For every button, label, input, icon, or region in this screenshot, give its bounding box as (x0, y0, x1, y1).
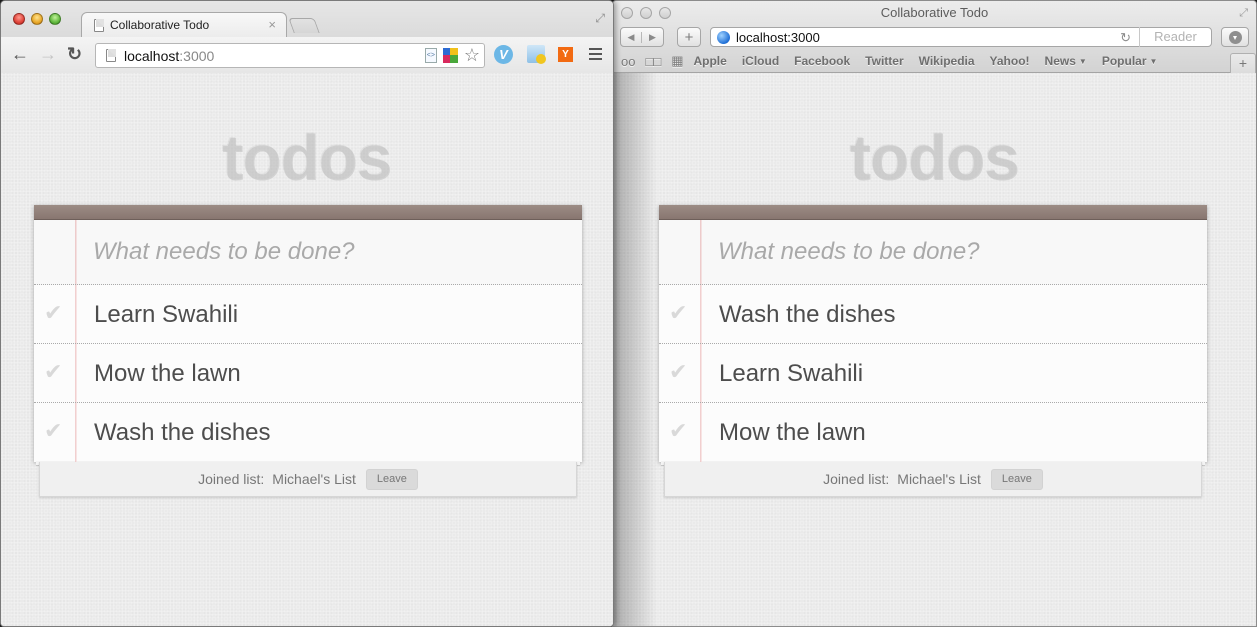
chrome-tabstrip: Collaborative Todo × ⤢ ← → ↻ localhost:3… (1, 1, 613, 73)
extension-hacker-news-icon[interactable]: Y (558, 47, 573, 62)
todo-label[interactable]: Learn Swahili (719, 360, 863, 388)
todo-item: ✔ Mow the lawn (659, 403, 1207, 462)
address-url[interactable]: localhost:3000 (124, 48, 214, 64)
bookmark-folder-popular[interactable]: Popular ▼ (1102, 54, 1158, 68)
globe-icon (717, 30, 730, 44)
check-icon[interactable]: ✔ (669, 359, 687, 385)
bookmark-facebook[interactable]: Facebook (794, 54, 850, 68)
bookmarks-icon[interactable]: □□ (645, 54, 661, 69)
todo-label[interactable]: Mow the lawn (719, 419, 866, 447)
chrome-toolbar: ← → ↻ localhost:3000 <> ☆ V Y (1, 37, 613, 73)
back-button[interactable]: ◀ (621, 31, 642, 43)
fullscreen-icon[interactable]: ⤢ (1239, 7, 1248, 20)
bookmark-yahoo[interactable]: Yahoo! (990, 54, 1030, 68)
zoom-window-button[interactable] (49, 13, 61, 25)
chrome-page-content: todos ✔ Learn Swahili ✔ Mow the lawn ✔ W… (1, 73, 613, 626)
chrome-window-controls (13, 13, 61, 25)
url-host: localhost (124, 47, 180, 64)
leave-button[interactable]: Leave (365, 468, 418, 490)
bookmark-folder-news[interactable]: News ▼ (1045, 54, 1087, 68)
color-picker-icon[interactable] (442, 47, 458, 63)
todo-item: ✔ Learn Swahili (34, 285, 582, 344)
page-source-icon[interactable]: <> (424, 47, 437, 63)
tab-collaborative-todo[interactable]: Collaborative Todo × (81, 12, 287, 37)
check-icon[interactable]: ✔ (44, 300, 62, 326)
url-port: :3000 (179, 47, 215, 64)
todo-card: ✔ Learn Swahili ✔ Mow the lawn ✔ Wash th… (34, 205, 582, 466)
forward-button[interactable]: ▶ (642, 32, 663, 43)
check-icon[interactable]: ✔ (669, 418, 687, 444)
bookmark-news-label: News (1044, 54, 1076, 68)
leave-button[interactable]: Leave (990, 468, 1043, 490)
omnibox[interactable]: localhost:3000 <> ☆ (95, 43, 485, 68)
add-bookmark-button[interactable]: + (677, 27, 701, 47)
bookmark-apple[interactable]: Apple (693, 54, 726, 68)
bookmark-twitter[interactable]: Twitter (865, 54, 903, 68)
back-forward-buttons: ◀ ▶ (620, 27, 664, 47)
reload-button[interactable]: ↻ (67, 44, 82, 64)
check-icon[interactable]: ✔ (44, 359, 62, 385)
joined-list-label: Joined list: (198, 471, 265, 487)
bookmark-star-icon[interactable]: ☆ (464, 46, 480, 64)
todo-label[interactable]: Wash the dishes (719, 301, 896, 329)
chrome-window: Collaborative Todo × ⤢ ← → ↻ localhost:3… (0, 0, 614, 627)
address-url[interactable]: localhost:3000 (736, 30, 820, 45)
todo-label[interactable]: Mow the lawn (94, 360, 241, 388)
close-window-button[interactable] (13, 13, 25, 25)
reader-button[interactable]: Reader (1139, 27, 1211, 47)
check-icon[interactable]: ✔ (44, 418, 62, 444)
list-name: Michael's List (272, 471, 356, 487)
desktop: Collaborative Todo ⤢ ◀ ▶ + localhost:300… (0, 0, 1257, 627)
forward-button[interactable]: → (39, 44, 57, 64)
joined-list-label: Joined list: (823, 471, 890, 487)
joined-list-bar: Joined list: Michael's List Leave (39, 462, 577, 497)
bookmark-wikipedia[interactable]: Wikipedia (919, 54, 975, 68)
new-todo-row (34, 220, 582, 285)
new-todo-input[interactable] (93, 235, 563, 269)
page-icon (94, 18, 104, 32)
dropdown-arrow-icon: ▼ (1078, 57, 1087, 66)
list-name: Michael's List (897, 471, 981, 487)
top-sites-icon[interactable]: ▦ (671, 53, 683, 69)
todo-label[interactable]: Wash the dishes (94, 419, 271, 447)
new-tab-button[interactable]: + (1230, 53, 1256, 73)
menu-icon[interactable] (589, 48, 602, 63)
minimize-window-button[interactable] (31, 13, 43, 25)
todo-item: ✔ Learn Swahili (659, 344, 1207, 403)
check-icon[interactable]: ✔ (669, 300, 687, 326)
fullscreen-icon[interactable]: ⤢ (595, 11, 605, 26)
app-title: todos (222, 122, 392, 194)
todo-item: ✔ Wash the dishes (34, 403, 582, 462)
close-tab-icon[interactable]: × (268, 17, 276, 32)
todo-label[interactable]: Learn Swahili (94, 301, 238, 329)
extension-folder-icon[interactable] (527, 45, 546, 64)
safari-window: Collaborative Todo ⤢ ◀ ▶ + localhost:300… (612, 0, 1257, 627)
todo-item: ✔ Mow the lawn (34, 344, 582, 403)
bookmark-icloud[interactable]: iCloud (742, 54, 779, 68)
downloads-button[interactable] (1221, 27, 1249, 47)
reading-list-icon[interactable]: oo (621, 54, 635, 69)
page-icon (106, 49, 116, 62)
card-header (659, 205, 1207, 220)
reload-icon[interactable]: ↻ (1120, 30, 1131, 46)
new-todo-row (659, 220, 1207, 285)
extension-v-icon[interactable]: V (494, 45, 513, 64)
download-icon (1228, 30, 1242, 44)
card-header (34, 205, 582, 220)
todo-card: ✔ Wash the dishes ✔ Learn Swahili ✔ Mow … (659, 205, 1207, 466)
bookmarks-bar: oo □□ ▦ Apple iCloud Facebook Twitter Wi… (621, 53, 1172, 69)
todo-item: ✔ Wash the dishes (659, 285, 1207, 344)
app-title: todos (849, 122, 1020, 194)
safari-page-content: todos ✔ Wash the dishes ✔ Learn Swahili … (613, 73, 1256, 626)
tab-title: Collaborative Todo (110, 18, 210, 32)
dropdown-arrow-icon: ▼ (1149, 57, 1158, 66)
new-tab-button[interactable] (288, 18, 320, 33)
window-title: Collaborative Todo (880, 5, 989, 20)
safari-toolbar: Collaborative Todo ⤢ ◀ ▶ + localhost:300… (613, 1, 1256, 73)
address-bar[interactable]: localhost:3000 ↻ Reader (710, 27, 1212, 47)
back-button[interactable]: ← (11, 44, 29, 64)
new-todo-input[interactable] (718, 235, 1188, 269)
bookmark-popular-label: Popular (1101, 54, 1147, 68)
joined-list-bar: Joined list: Michael's List Leave (664, 462, 1202, 497)
